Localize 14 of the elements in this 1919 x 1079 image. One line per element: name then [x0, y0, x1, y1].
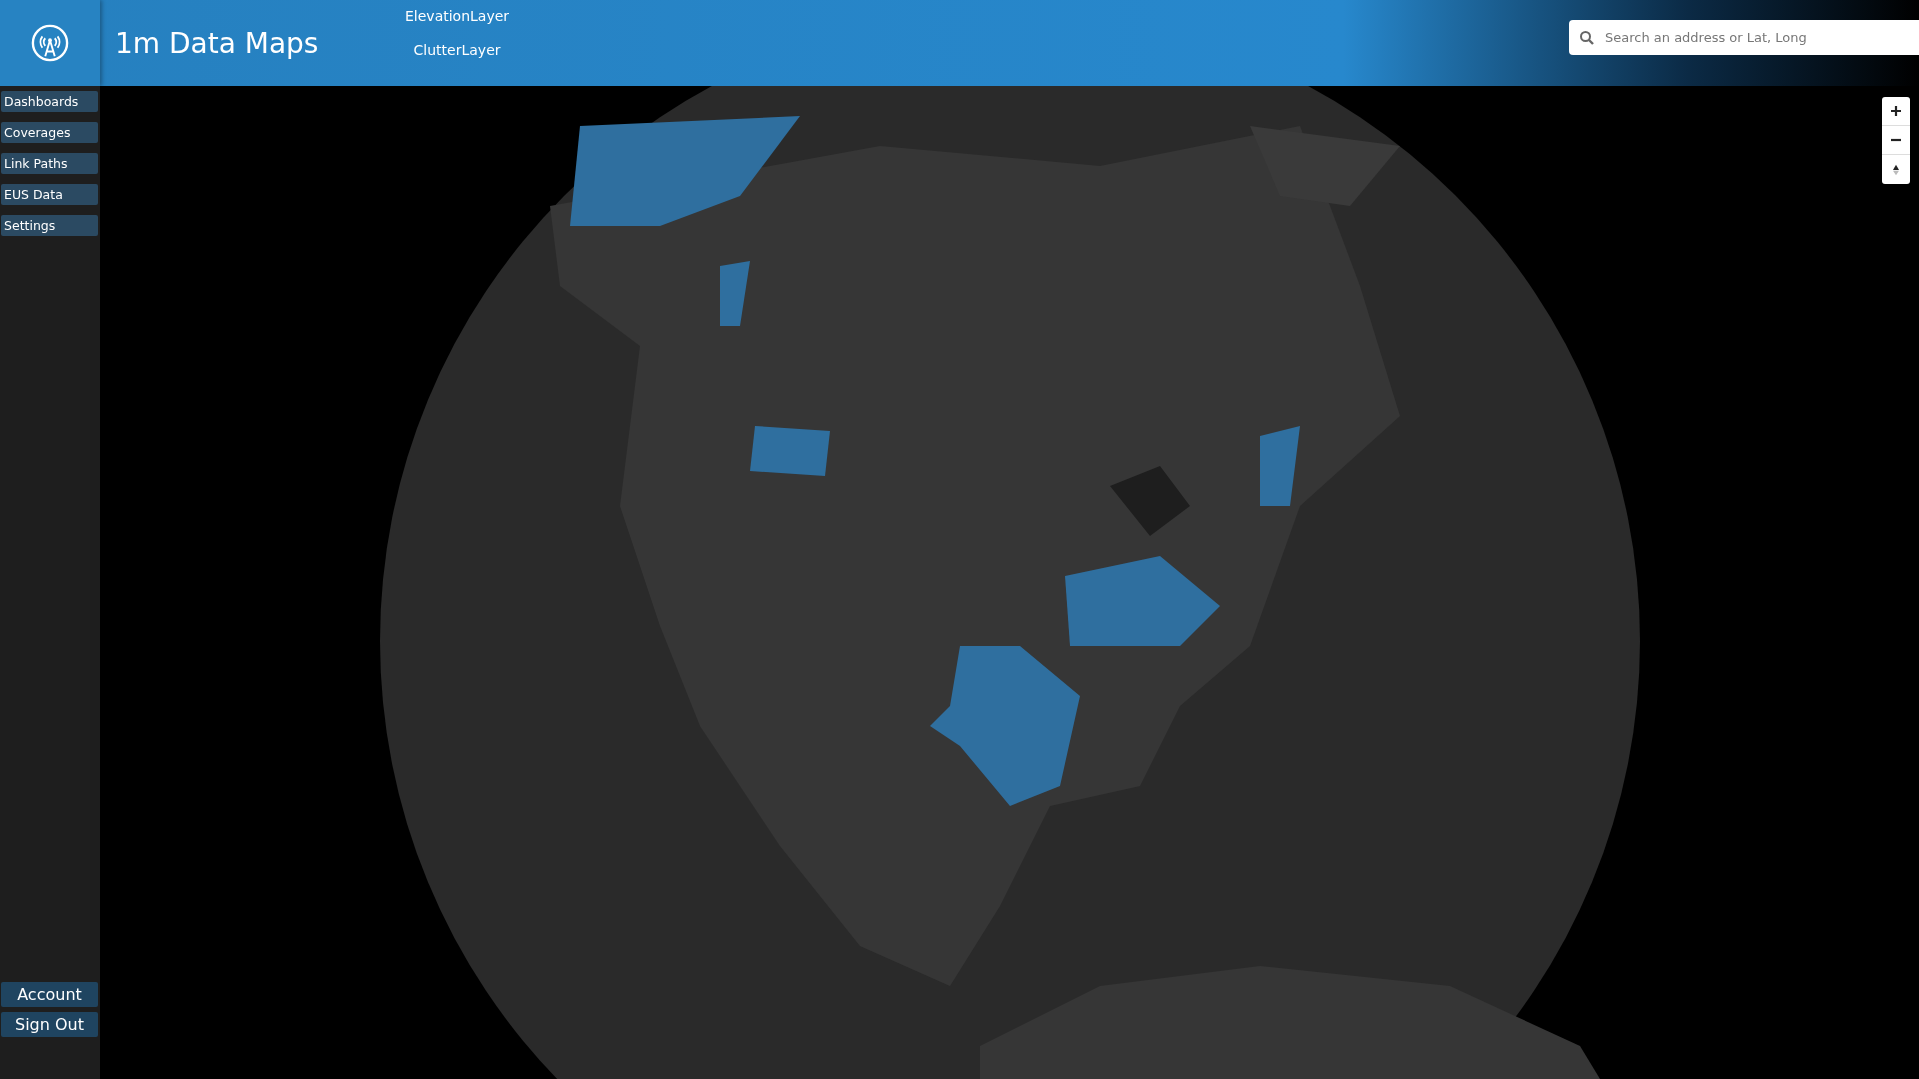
sidebar-item[interactable]: Coverages	[1, 122, 98, 143]
sidebar-item[interactable]: Dashboards	[1, 91, 98, 112]
layer-link[interactable]: ElevationLayer	[405, 8, 510, 24]
antenna-logo-icon	[31, 24, 69, 62]
plus-icon	[1890, 105, 1902, 117]
sidebar-item[interactable]: Settings	[1, 215, 98, 236]
app-title: 1m Data Maps	[115, 26, 320, 60]
sidebar-button[interactable]: Account	[1, 982, 98, 1007]
sidebar-button[interactable]: Sign Out	[1, 1012, 98, 1037]
compass-icon	[1890, 163, 1902, 176]
sidebar-item[interactable]: EUS Data	[1, 184, 98, 205]
search-field[interactable]: Search an address or Lat, Long	[1569, 20, 1919, 55]
sidebar-item[interactable]: Link Paths	[1, 153, 98, 174]
layer-link[interactable]: ClutterLayer	[413, 42, 501, 58]
